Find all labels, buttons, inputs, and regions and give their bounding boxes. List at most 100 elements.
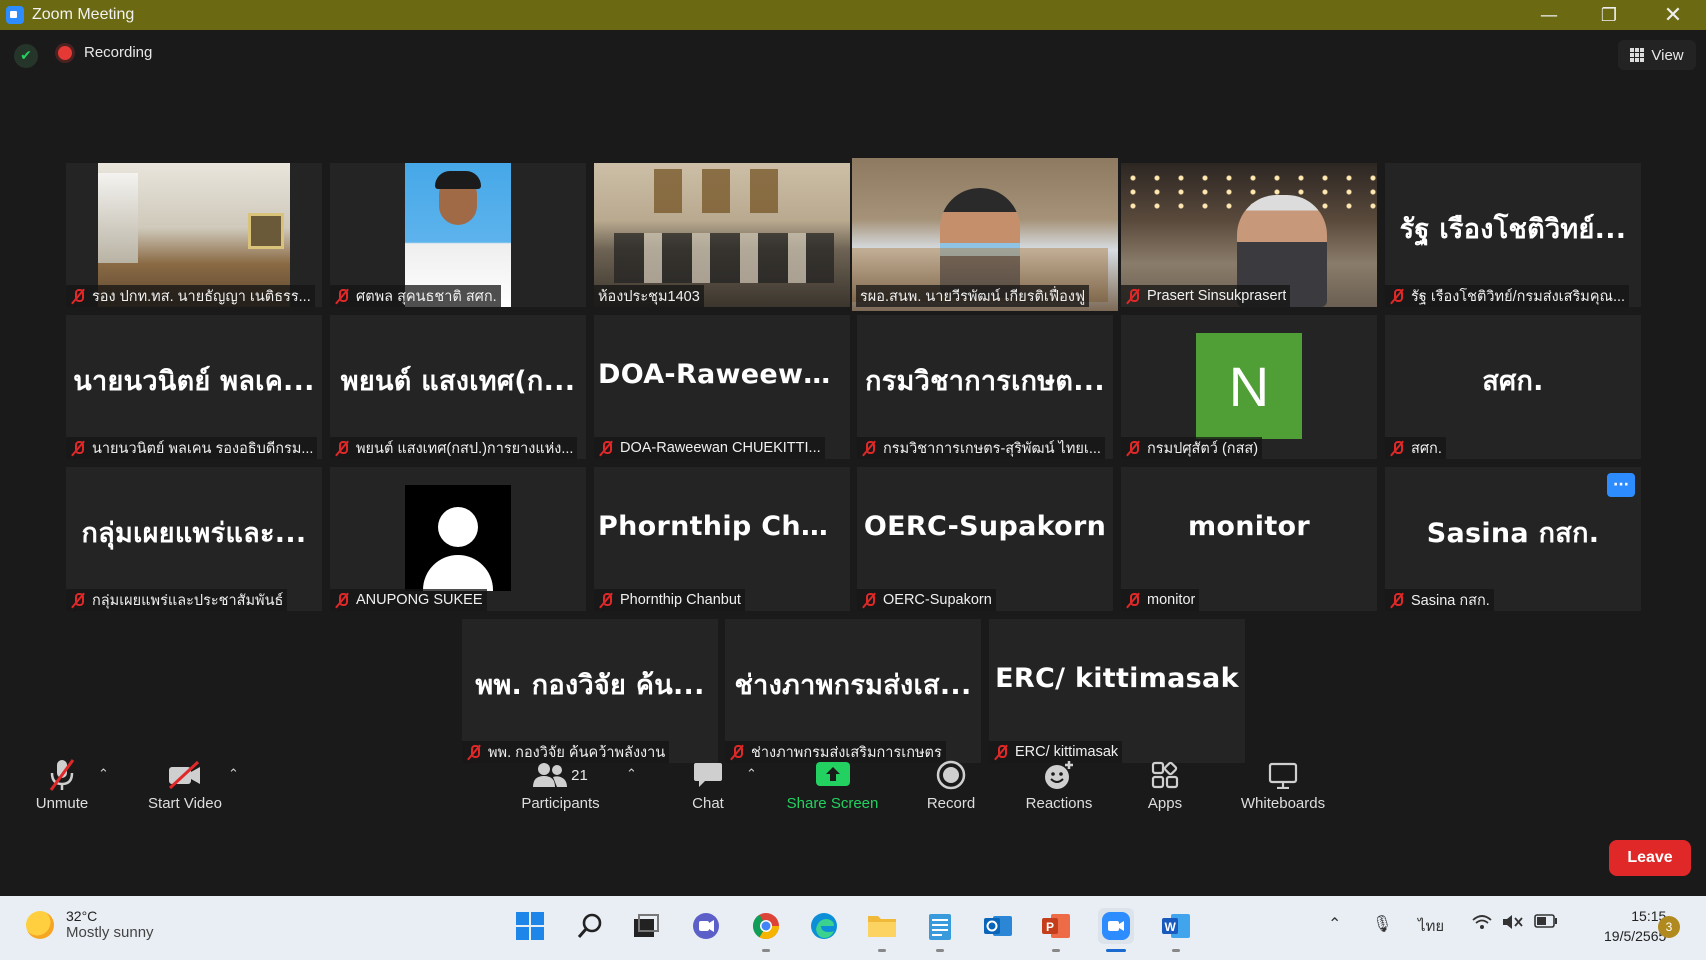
muted-mic-icon (1125, 440, 1141, 456)
teams-chat-icon[interactable] (688, 908, 724, 944)
wifi-icon[interactable] (1472, 914, 1492, 935)
participants-options-caret-icon[interactable]: ⌃ (626, 767, 637, 782)
video-options-caret-icon[interactable]: ⌃ (228, 767, 239, 782)
participant-tile[interactable]: N กรมปศุสัตว์ (กสส) (1121, 315, 1377, 459)
participant-display-name: monitor (1187, 511, 1311, 542)
meeting-toolbar: Unmute ⌃ Start Video ⌃ 21 Participants ⌃… (0, 755, 1706, 895)
avatar: N (1196, 333, 1302, 439)
active-speaker-tile[interactable]: รผอ.สนพ. นายวีรพัฒน์ เกียรติเฟื่องฟู (852, 158, 1118, 311)
name-bar: DOA-Raweewan CHUEKITTI... (594, 437, 825, 459)
close-button[interactable]: ✕ (1644, 0, 1702, 30)
record-button[interactable]: Record (918, 755, 984, 825)
participant-tile[interactable]: พพ. กองวิจัย ค้น... พพ. กองวิจัย ค้นคว้า… (462, 619, 718, 763)
participant-name: กลุ่มเผยแพร่และประชาสัมพันธ์ (92, 592, 284, 609)
muted-mic-icon (1389, 288, 1405, 304)
recording-label: Recording (84, 44, 153, 61)
chrome-icon[interactable] (748, 908, 784, 952)
name-bar: กรมปศุสัตว์ (กสส) (1121, 437, 1263, 459)
participant-tile[interactable]: ช่างภาพกรมส่งเส... ช่างภาพกรมส่งเสริมการ… (725, 619, 981, 763)
maximize-button[interactable]: ❐ (1580, 0, 1638, 30)
record-label: Record (926, 795, 976, 812)
participant-tile[interactable]: สศก. สศก. (1385, 315, 1641, 459)
participant-tile[interactable]: Phornthip Chan... Phornthip Chanbut (594, 467, 850, 611)
whiteboards-button[interactable]: Whiteboards (1230, 755, 1336, 825)
share-screen-button[interactable]: Share Screen (780, 755, 885, 825)
muted-mic-icon (70, 592, 86, 608)
participant-tile[interactable]: Prasert Sinsukprasert (1121, 163, 1377, 307)
participant-tile[interactable]: กรมวิชาการเกษต... กรมวิชาการเกษตร-สุริพั… (857, 315, 1113, 459)
participant-tile[interactable]: monitor monitor (1121, 467, 1377, 611)
audio-options-caret-icon[interactable]: ⌃ (98, 767, 109, 782)
participant-display-name: Phornthip Chan... (598, 511, 850, 542)
participant-display-name: กลุ่มเผยแพร่และ... (81, 518, 307, 549)
participant-tile[interactable]: กลุ่มเผยแพร่และ... กลุ่มเผยแพร่และประชาส… (66, 467, 322, 611)
weather-widget[interactable]: 32°C Mostly sunny (26, 908, 154, 941)
participant-display-name: Sasina กสก. (1426, 518, 1600, 549)
participant-tile[interactable]: DOA-Raweewa... DOA-Raweewan CHUEKITTI... (594, 315, 850, 459)
search-icon[interactable] (572, 908, 608, 944)
more-options-button[interactable]: ··· (1607, 473, 1635, 497)
edge-icon[interactable] (806, 908, 842, 944)
start-video-button[interactable]: Start Video (140, 755, 230, 825)
speaker-muted-icon[interactable] (1502, 914, 1524, 935)
svg-text:W: W (1165, 920, 1177, 934)
apps-button[interactable]: Apps (1140, 755, 1190, 825)
battery-icon[interactable] (1534, 914, 1558, 933)
participant-tile[interactable]: นายนวนิตย์ พลเค... นายนวนิตย์ พลเคน รองอ… (66, 315, 322, 459)
leave-button[interactable]: Leave (1609, 840, 1691, 876)
participant-tile[interactable]: ERC/ kittimasak ERC/ kittimasak (989, 619, 1245, 763)
name-bar: นายนวนิตย์ พลเคน รองอธิบดีกรม... (66, 437, 318, 459)
name-bar: สศก. (1385, 437, 1446, 459)
participant-display-name: พพ. กองวิจัย ค้น... (475, 670, 705, 701)
view-button[interactable]: View (1618, 40, 1696, 70)
show-hidden-icons-chevron-icon[interactable]: ⌃ (1328, 914, 1341, 934)
recording-indicator[interactable]: Recording (58, 44, 152, 61)
muted-mic-icon (1389, 592, 1405, 608)
name-bar: กรมวิชาการเกษตร-สุริพัฒน์ ไทยเ... (857, 437, 1105, 459)
muted-mic-icon (70, 440, 86, 456)
name-bar: รผอ.สนพ. นายวีรพัฒน์ เกียรติเฟื่องฟู (856, 285, 1090, 307)
svg-text:P: P (1046, 920, 1054, 934)
system-clock[interactable]: 15:15 19/5/2565 (1604, 906, 1666, 946)
zoom-app-icon (6, 6, 24, 24)
participant-tile[interactable]: พยนต์ แสงเทศ(ก... พยนต์ แสงเทศ(กสป.)การย… (330, 315, 586, 459)
reactions-button[interactable]: Reactions (1018, 755, 1100, 825)
muted-mic-icon (598, 440, 614, 456)
participant-tile[interactable]: ANUPONG SUKEE (330, 467, 586, 611)
outlook-icon[interactable] (980, 908, 1016, 944)
participant-name: รัฐ เรืองโชติวิทย์/กรมส่งเสริมคุณ... (1411, 288, 1626, 305)
notepad-icon[interactable] (922, 908, 958, 952)
name-bar: ศตพล สุคนธชาติ สศก. (330, 285, 501, 307)
participant-tile[interactable]: Sasina กสก. ··· Sasina กสก. (1385, 467, 1641, 611)
participant-name: Phornthip Chanbut (620, 592, 741, 608)
chat-button[interactable]: Chat (680, 755, 736, 825)
powerpoint-icon[interactable]: P (1038, 908, 1074, 952)
unmute-button[interactable]: Unmute (22, 755, 102, 825)
start-menu-icon[interactable] (512, 908, 548, 944)
minimize-button[interactable]: — (1520, 0, 1578, 30)
unmute-label: Unmute (35, 795, 89, 812)
zoom-taskbar-icon[interactable] (1098, 908, 1134, 952)
name-bar: รัฐ เรืองโชติวิทย์/กรมส่งเสริมคุณ... (1385, 285, 1630, 307)
word-icon[interactable]: W (1158, 908, 1194, 952)
participant-tile[interactable]: ห้องประชุม1403 (594, 163, 850, 307)
participant-tile[interactable]: ศตพล สุคนธชาติ สศก. (330, 163, 586, 307)
task-view-icon[interactable] (628, 908, 664, 944)
encryption-shield-icon[interactable]: ✔ (14, 44, 38, 68)
participants-button[interactable]: 21 Participants (508, 755, 613, 825)
participant-tile[interactable]: รัฐ เรืองโชติวิทย์... รัฐ เรืองโชติวิทย์… (1385, 163, 1641, 307)
participant-display-name: สศก. (1482, 366, 1544, 397)
participant-display-name: นายนวนิตย์ พลเค... (73, 366, 315, 397)
participant-display-name: OERC-Supakorn (863, 511, 1107, 542)
participant-tile[interactable]: OERC-Supakorn OERC-Supakorn (857, 467, 1113, 611)
microphone-icon[interactable]: 🎙 (1372, 914, 1392, 934)
name-bar: Sasina กสก. (1385, 589, 1494, 611)
participant-tile[interactable]: รอง ปกท.ทส. นายธัญญา เนติธรร... (66, 163, 322, 307)
name-bar: รอง ปกท.ทส. นายธัญญา เนติธรร... (66, 285, 315, 307)
participant-name: ศตพล สุคนธชาติ สศก. (356, 288, 497, 305)
chat-options-caret-icon[interactable]: ⌃ (746, 767, 757, 782)
muted-mic-icon (334, 288, 350, 304)
input-language[interactable]: ไทย (1418, 914, 1444, 938)
file-explorer-icon[interactable] (864, 908, 900, 952)
notification-count-badge[interactable]: 3 (1658, 916, 1680, 938)
